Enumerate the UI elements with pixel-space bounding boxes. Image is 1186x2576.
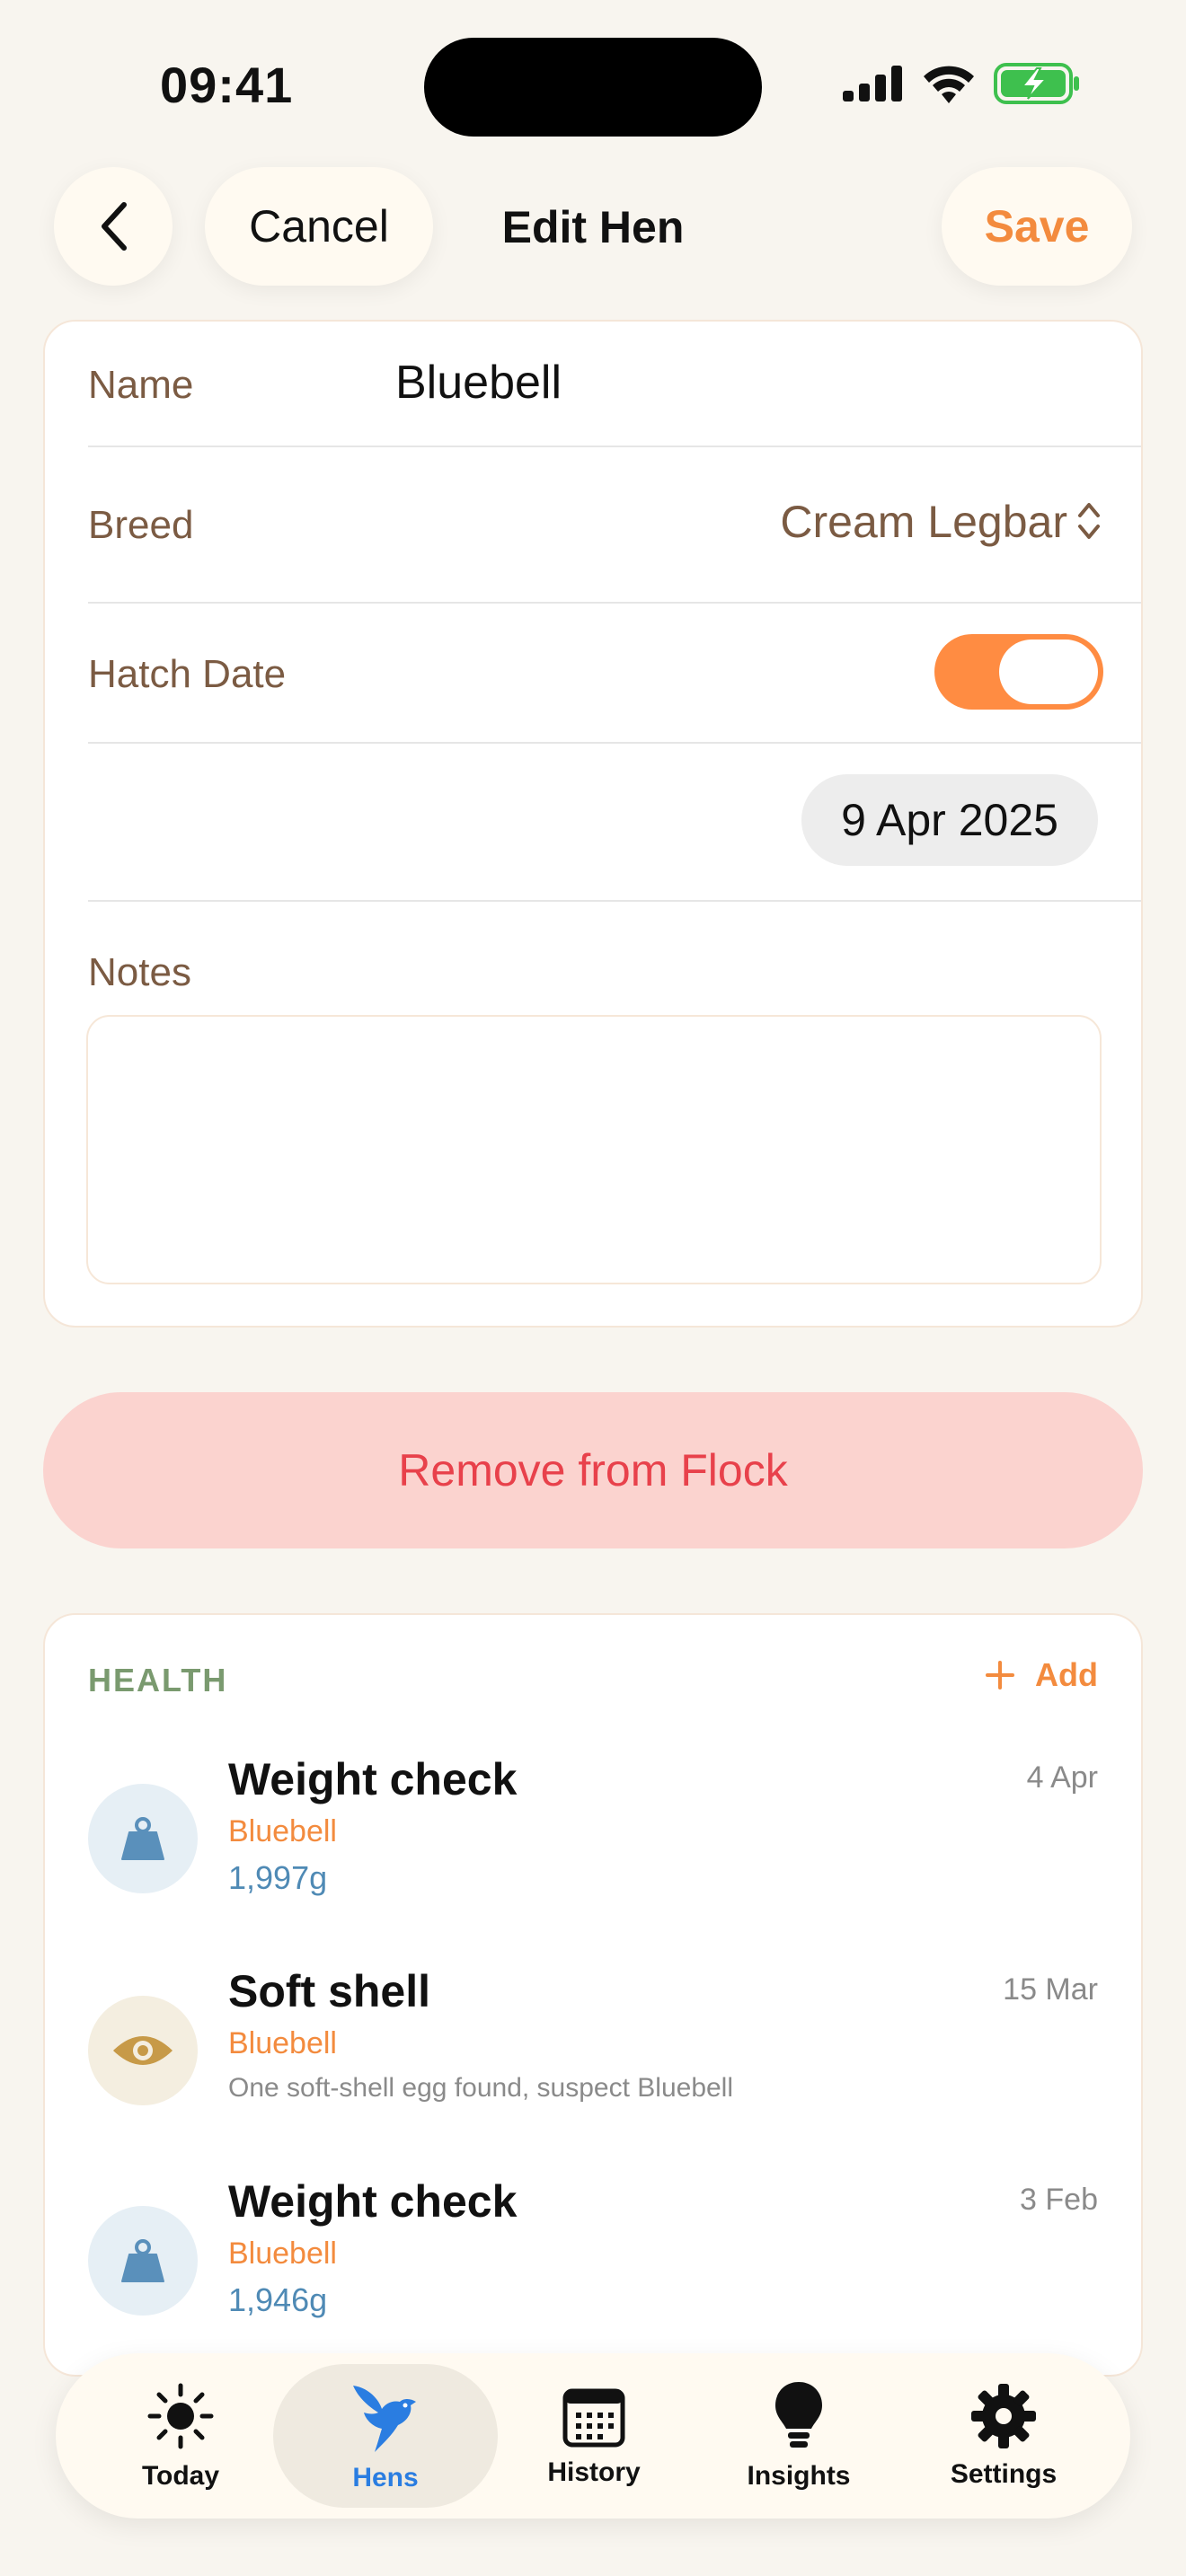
lightbulb-icon <box>775 2382 822 2448</box>
navigation-bar: Cancel Edit Hen Save <box>0 167 1186 287</box>
chevron-left-icon <box>102 202 127 251</box>
add-health-button[interactable]: Add <box>985 1656 1098 1694</box>
health-item-title: Weight check <box>228 1754 518 1804</box>
tab-label: Settings <box>950 2459 1058 2489</box>
tab-hens[interactable]: Hens <box>273 2364 498 2508</box>
cancel-button[interactable]: Cancel <box>205 167 433 286</box>
tab-settings[interactable]: Settings <box>900 2353 1107 2519</box>
hatch-date-picker[interactable]: 9 Apr 2025 <box>801 774 1098 866</box>
wifi-icon <box>924 66 974 103</box>
tab-bar: Today Hens History Insights Settings <box>56 2353 1130 2519</box>
breed-row[interactable]: Breed Cream Legbar <box>88 446 1141 604</box>
health-card: HEALTH Add Weight check 4 Apr Bluebell 1… <box>43 1613 1143 2377</box>
hatch-date-label: Hatch Date <box>88 652 287 696</box>
status-bar: 09:41 <box>0 0 1186 162</box>
sun-icon <box>147 2383 214 2449</box>
health-item-date: 4 Apr <box>1026 1760 1098 1795</box>
health-item-date: 3 Feb <box>1020 2183 1098 2217</box>
name-field[interactable]: Bluebell <box>395 356 562 410</box>
breed-label: Breed <box>88 503 194 547</box>
health-item-hen: Bluebell <box>228 1814 337 1848</box>
eye-icon <box>113 2036 173 2065</box>
dynamic-island <box>424 38 762 137</box>
chevron-up-down-icon <box>1078 503 1100 539</box>
status-time: 09:41 <box>160 57 294 113</box>
notes-label: Notes <box>88 950 191 994</box>
health-item[interactable]: Soft shell 15 Mar Bluebell One soft-shel… <box>88 1965 1098 2154</box>
remove-from-flock-button[interactable]: Remove from Flock <box>43 1392 1143 1548</box>
date-row: 9 Apr 2025 <box>88 742 1141 902</box>
save-button[interactable]: Save <box>942 167 1132 286</box>
back-button[interactable] <box>54 167 173 286</box>
health-item-icon-circle <box>88 2206 198 2316</box>
health-item-hen: Bluebell <box>228 2236 337 2271</box>
bird-icon <box>353 2386 416 2452</box>
breed-picker[interactable]: Cream Legbar <box>780 496 1067 548</box>
weight-icon <box>121 2239 164 2282</box>
gear-icon <box>971 2384 1036 2448</box>
health-section-title: HEALTH <box>88 1662 228 1698</box>
cellular-signal-icon <box>843 66 902 101</box>
health-item-hen: Bluebell <box>228 2026 337 2060</box>
tab-insights[interactable]: Insights <box>695 2353 902 2519</box>
weight-icon <box>121 1817 164 1860</box>
health-item-title: Soft shell <box>228 1966 431 2016</box>
health-item-note: One soft-shell egg found, suspect Bluebe… <box>228 2073 734 2103</box>
health-item-title: Weight check <box>228 2176 518 2227</box>
name-label: Name <box>88 363 194 407</box>
status-icons <box>843 63 1080 104</box>
health-item-value: 1,946g <box>228 2281 328 2318</box>
tab-label: History <box>547 2457 641 2487</box>
health-item-icon-circle <box>88 1784 198 1893</box>
battery-charging-icon <box>994 63 1079 104</box>
hatch-date-row: Hatch Date <box>88 602 1141 744</box>
add-label: Add <box>1035 1656 1098 1693</box>
tab-today[interactable]: Today <box>77 2353 284 2519</box>
tab-label: Insights <box>747 2461 851 2491</box>
toggle-knob <box>999 640 1098 704</box>
health-item-date: 15 Mar <box>1003 1972 1098 2007</box>
tab-label: Hens <box>352 2463 419 2492</box>
health-item-icon-circle <box>88 1996 198 2105</box>
health-item[interactable]: Weight check 3 Feb Bluebell 1,946g <box>88 2175 1098 2364</box>
health-item[interactable]: Weight check 4 Apr Bluebell 1,997g <box>88 1753 1098 1942</box>
tab-history[interactable]: History <box>491 2353 697 2519</box>
calendar-icon <box>562 2388 625 2448</box>
name-row[interactable]: Name Bluebell <box>88 322 1141 447</box>
notes-input[interactable] <box>86 1015 1102 1284</box>
plus-icon <box>986 1661 1015 1689</box>
hatch-date-toggle[interactable] <box>934 634 1103 710</box>
health-item-value: 1,997g <box>228 1859 328 1896</box>
tab-label: Today <box>141 2461 220 2491</box>
hen-form-card: Name Bluebell Breed Cream Legbar Hatch D… <box>43 320 1143 1328</box>
